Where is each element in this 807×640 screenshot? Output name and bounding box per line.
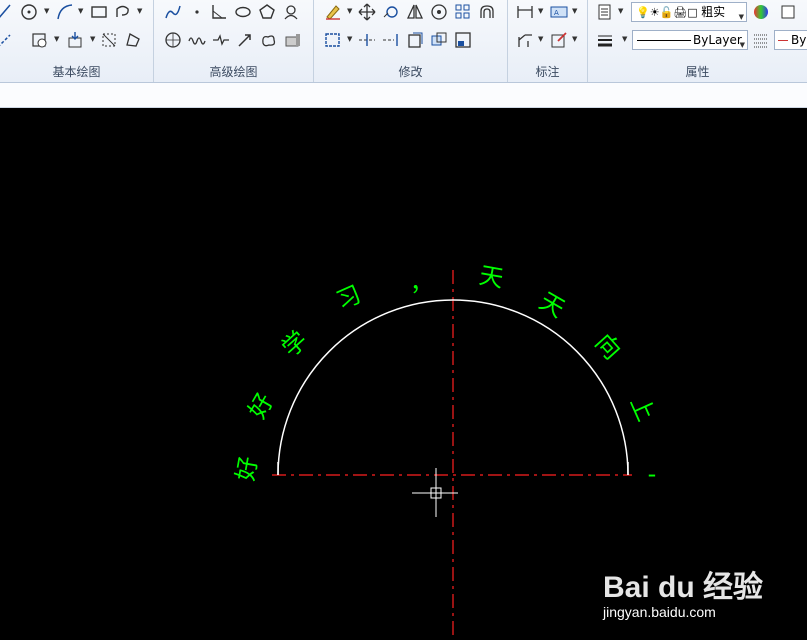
- trim-icon[interactable]: [358, 31, 376, 49]
- edit-text-icon[interactable]: [550, 31, 568, 49]
- rectangle-icon[interactable]: [90, 3, 108, 21]
- ellipse-icon[interactable]: [234, 3, 252, 21]
- watermark-url: jingyan.baidu.com: [602, 604, 716, 620]
- move-icon[interactable]: [358, 3, 376, 21]
- hatch-icon[interactable]: [30, 31, 48, 49]
- arc-char-4: 习: [332, 280, 365, 315]
- region-icon[interactable]: [100, 31, 118, 49]
- edit-text-dropdown-icon[interactable]: ▼: [572, 35, 577, 43]
- offset-icon[interactable]: [478, 3, 496, 21]
- linetype-dropdown-icon[interactable]: ▼: [740, 36, 745, 54]
- linetype-sample-line: [637, 40, 691, 41]
- panel-advanced-draw: 高级绘图: [154, 0, 314, 82]
- panel-label-annotate: 标注: [535, 65, 560, 79]
- insert-dropdown-icon[interactable]: ▼: [90, 35, 95, 43]
- break-line-icon[interactable]: [212, 31, 230, 49]
- text-dropdown-icon[interactable]: ▼: [572, 7, 577, 15]
- polygon-icon[interactable]: [258, 3, 276, 21]
- line-icon[interactable]: [0, 3, 14, 21]
- panel-label-modify: 修改: [398, 65, 423, 79]
- table-tool-icon[interactable]: [284, 31, 302, 49]
- watermark-logo: Bai du 经验: [602, 571, 763, 604]
- layer-state-icons: 💡☀🔓🖨□: [636, 6, 702, 19]
- svg-text:A: A: [554, 9, 559, 17]
- watermark: Bai du 经验 jingyan.baidu.com: [603, 562, 763, 620]
- panel-label-basic-draw: 基本绘图: [52, 65, 101, 79]
- polyline-dropdown-icon[interactable]: ▼: [137, 7, 142, 15]
- linetype-scale-icon[interactable]: [752, 31, 770, 49]
- spline-icon[interactable]: [164, 3, 182, 21]
- copy-icon[interactable]: [406, 31, 424, 49]
- panel-annotate: ▼ A ▼ ▼ ▼ 标注: [508, 0, 588, 82]
- array-icon[interactable]: [454, 3, 472, 21]
- drawing-svg: 好 好 学 习 ， 天 天 向 上 -: [231, 261, 660, 636]
- color-swatch-icon[interactable]: [780, 3, 798, 21]
- extend-icon[interactable]: [382, 31, 400, 49]
- lineweight-value: By: [791, 33, 807, 47]
- polyline-icon[interactable]: [114, 3, 132, 21]
- layer-name: 粗实: [701, 5, 726, 19]
- arc-char-6: 天: [477, 261, 505, 293]
- layer-manager-icon[interactable]: [596, 3, 614, 21]
- ribbon: ▼ ▼ ▼ ▼ ▼ 基本绘图 高级绘图 ▼ ▼ 修改 ▼ A ▼ ▼ ▼ 标注 …: [0, 0, 807, 83]
- circle-icon[interactable]: [20, 3, 38, 21]
- panel-modify: ▼ ▼ 修改: [314, 0, 508, 82]
- properties-match-icon[interactable]: [454, 31, 472, 49]
- layer-combo-dropdown-icon[interactable]: ▼: [739, 8, 744, 26]
- arc-char-2: 好: [243, 389, 279, 424]
- panel-label-advanced-draw: 高级绘图: [209, 65, 258, 79]
- color-wheel-icon[interactable]: [752, 3, 770, 21]
- erase-icon[interactable]: [324, 3, 342, 21]
- arrow-icon[interactable]: [236, 31, 254, 49]
- leader-dropdown-icon[interactable]: ▼: [538, 35, 543, 43]
- freehand-icon[interactable]: [260, 31, 278, 49]
- erase-dropdown-icon[interactable]: ▼: [347, 7, 352, 15]
- explode-icon[interactable]: [430, 31, 448, 49]
- dimension-dropdown-icon[interactable]: ▼: [538, 7, 543, 15]
- arc-char-3: 学: [276, 326, 313, 363]
- arc-icon[interactable]: [56, 3, 74, 21]
- select-box-icon[interactable]: [324, 31, 342, 49]
- lineweight-dropdown-icon[interactable]: ▼: [622, 35, 627, 43]
- donut-icon[interactable]: [164, 31, 182, 49]
- arc-char-5: ，: [408, 267, 435, 297]
- hatch-dropdown-icon[interactable]: ▼: [54, 35, 59, 43]
- revision-cloud-icon[interactable]: [282, 3, 300, 21]
- rotate-icon[interactable]: [382, 3, 400, 21]
- arc-char-1: 好: [231, 454, 263, 482]
- lineweight-sample-line: [778, 40, 788, 41]
- tab-strip: [0, 83, 807, 108]
- point-icon[interactable]: [188, 3, 206, 21]
- wave-line-icon[interactable]: [188, 31, 206, 49]
- mirror-icon[interactable]: [406, 3, 424, 21]
- layer-combo[interactable]: 💡☀🔓🖨□ 粗实 ▼: [631, 2, 747, 22]
- arc-dropdown-icon[interactable]: ▼: [78, 7, 83, 15]
- arc-char-9: 上: [625, 392, 660, 425]
- leader-icon[interactable]: [516, 31, 534, 49]
- panel-basic-draw: ▼ ▼ ▼ ▼ ▼ 基本绘图: [0, 0, 154, 82]
- insert-block-icon[interactable]: [66, 31, 84, 49]
- select-dropdown-icon[interactable]: ▼: [347, 35, 352, 43]
- trailing-char: -: [648, 460, 657, 488]
- panel-label-properties: 属性: [685, 65, 710, 79]
- panel-properties: ▼ 💡☀🔓🖨□ 粗实 ▼ ▼ ByLayer ▼ By 属性: [588, 0, 807, 82]
- circle-dropdown-icon[interactable]: ▼: [44, 7, 49, 15]
- construction-line-icon[interactable]: [0, 31, 14, 49]
- lineweight-icon[interactable]: [596, 31, 614, 49]
- arc-char-8: 向: [590, 328, 627, 365]
- lineweight-combo[interactable]: By: [774, 30, 807, 50]
- angle-icon[interactable]: [210, 3, 228, 21]
- arc-char-7: 天: [535, 287, 570, 323]
- linetype-combo[interactable]: ByLayer ▼: [632, 30, 748, 50]
- layer-manager-dropdown-icon[interactable]: ▼: [618, 7, 623, 15]
- text-annotation-icon[interactable]: A: [550, 3, 568, 21]
- scale-icon[interactable]: [430, 3, 448, 21]
- wipeout-icon[interactable]: [124, 31, 142, 49]
- linetype-value: ByLayer: [693, 33, 742, 47]
- drawing-canvas[interactable]: 好 好 学 习 ， 天 天 向 上 - Bai du 经验 jingyan.ba…: [0, 108, 807, 636]
- linear-dimension-icon[interactable]: [516, 3, 534, 21]
